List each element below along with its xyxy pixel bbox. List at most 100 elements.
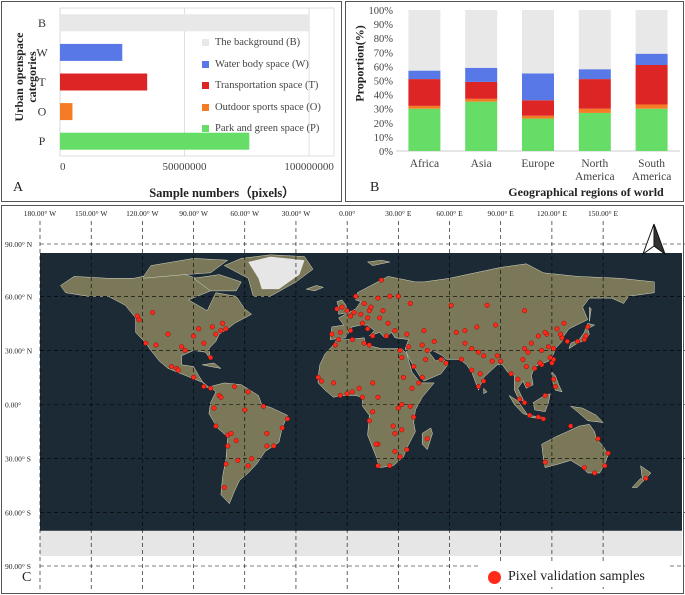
sample-point <box>208 385 214 391</box>
sample-point <box>438 356 444 362</box>
sample-point <box>361 300 367 306</box>
sample-point <box>179 344 185 350</box>
sample-point <box>528 340 534 346</box>
lon-label: 180.00° W <box>24 209 57 218</box>
x-tick-label: America <box>632 171 672 183</box>
sample-point <box>334 306 340 312</box>
sample-point <box>554 326 560 332</box>
x-tick-label: Europe <box>521 158 554 170</box>
x-tick-label: Asia <box>471 158 492 170</box>
legend-label: Transportation space (T) <box>215 80 319 92</box>
sample-point <box>643 475 649 481</box>
sample-point <box>191 333 197 339</box>
sample-point <box>370 409 376 415</box>
sample-point <box>208 355 214 361</box>
sample-point <box>375 463 381 469</box>
sample-point <box>395 293 401 299</box>
sample-point <box>221 485 227 491</box>
sample-point <box>453 329 459 335</box>
sample-point <box>348 328 354 334</box>
sample-point <box>547 355 553 361</box>
sample-point <box>462 340 468 346</box>
sample-point <box>356 385 362 391</box>
bar-segment-O <box>408 105 441 109</box>
sample-point <box>218 328 224 334</box>
sample-point <box>245 463 251 469</box>
sample-point <box>233 438 239 444</box>
sample-point <box>231 383 237 389</box>
sample-point <box>375 295 381 301</box>
sample-dot-icon <box>488 570 501 584</box>
bar-segment-O <box>465 98 498 102</box>
lon-label: 30.00° E <box>385 209 412 218</box>
sample-point <box>477 371 483 377</box>
sample-point <box>213 331 219 337</box>
sample-point <box>551 346 557 352</box>
sample-point <box>535 333 541 339</box>
bar-segment-B <box>635 10 668 54</box>
bar-segment-B <box>408 10 441 71</box>
sample-point <box>360 394 366 400</box>
sample-point <box>431 338 437 344</box>
sample-point <box>378 277 384 283</box>
sample-point <box>264 443 270 449</box>
sample-point <box>494 353 500 359</box>
sample-point <box>476 349 482 355</box>
y-tick-label: 30% <box>374 105 394 116</box>
lon-label: 0.00° <box>339 209 355 218</box>
sample-point <box>551 376 557 382</box>
legend-swatch <box>202 60 209 68</box>
north-arrow-left <box>641 223 655 256</box>
sample-point <box>535 414 541 420</box>
sample-point <box>561 320 567 326</box>
bar-segment-W <box>465 67 498 82</box>
legend-label: The background (B) <box>215 37 301 49</box>
sample-point <box>344 308 350 314</box>
sample-point <box>337 392 343 398</box>
sample-point <box>419 342 425 348</box>
sample-point <box>348 313 354 319</box>
panel-a: 0 50000000 100000000 B W T O P Urban openspace … <box>1 1 342 202</box>
panel-b: 0% 10% 20% 30% 40% 50% 60% 70% 80% 90% 100% Africa A… <box>345 1 684 202</box>
lon-label: 60.00° E <box>436 209 463 218</box>
bar-segment-P <box>465 101 498 151</box>
sample-point <box>407 300 413 306</box>
sample-point <box>349 389 355 395</box>
sample-point <box>150 309 156 315</box>
sample-point <box>522 400 528 406</box>
lat-label: 90.00° N <box>5 240 33 249</box>
sample-point <box>201 340 207 346</box>
sample-point <box>523 364 529 370</box>
legend-item: Water body space (W) <box>202 54 321 76</box>
sample-point <box>377 315 383 321</box>
sample-point <box>397 347 403 353</box>
sample-point <box>423 356 429 362</box>
sample-point <box>407 403 413 409</box>
sample-point <box>182 347 188 353</box>
lat-label: 60.00° S <box>5 509 31 518</box>
sample-point <box>387 293 393 299</box>
bar-T <box>60 73 148 91</box>
sample-point <box>235 457 241 463</box>
legend-item: Outdoor sports space (O) <box>202 97 321 119</box>
sample-point <box>525 349 531 355</box>
y-tick-label: 80% <box>374 34 394 45</box>
sample-point <box>168 364 174 370</box>
sample-point <box>419 374 425 380</box>
sample-point <box>498 358 504 364</box>
sample-point <box>411 364 417 370</box>
sample-point <box>143 340 149 346</box>
y-tick-label: 20% <box>374 119 394 130</box>
bar-segment-B <box>465 10 498 68</box>
sample-point <box>392 448 398 454</box>
sample-point <box>191 374 197 380</box>
sample-point <box>542 392 548 398</box>
sample-point <box>568 423 574 429</box>
y-tick-label: B <box>38 16 46 30</box>
sample-point <box>602 463 608 469</box>
sample-point <box>368 304 374 310</box>
bar-O <box>60 103 73 121</box>
bar-segment-P <box>635 108 668 151</box>
sample-point <box>552 383 558 389</box>
sample-point <box>522 308 528 314</box>
